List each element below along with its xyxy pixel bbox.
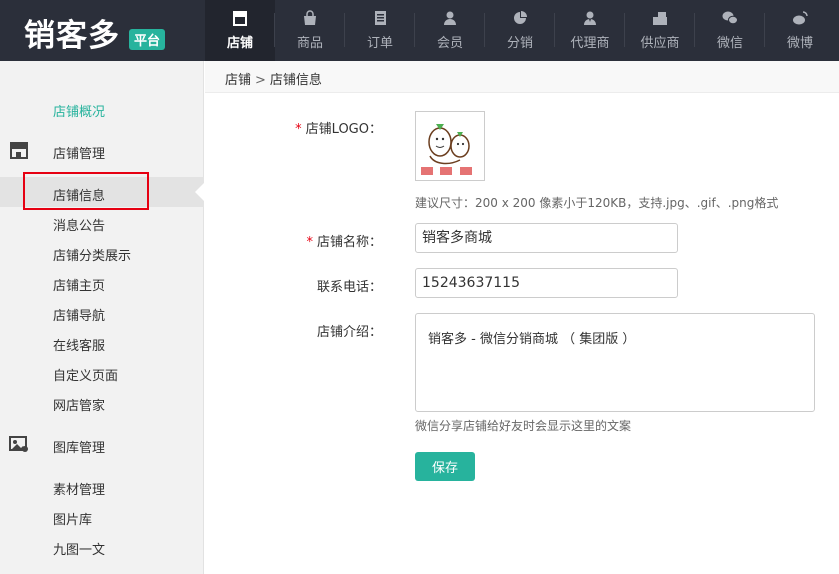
sidebar-group-store[interactable]: 店铺管理 [53,143,105,162]
nav-item-orders[interactable]: 订单 [345,0,415,61]
intro-label: 店铺介绍： [316,325,382,340]
pie-chart-icon [511,9,529,27]
wechat-icon [721,9,739,27]
highlight-box [23,172,149,210]
nav-item-wechat[interactable]: 微信 [695,0,765,61]
agent-icon [581,9,599,27]
sidebar-item-homepage[interactable]: 店铺主页 [53,275,105,294]
sidebar-item-materials[interactable]: 素材管理 [53,479,105,498]
sidebar-item-category-display[interactable]: 店铺分类展示 [53,245,131,264]
nav-item-agents[interactable]: 代理商 [555,0,625,61]
required-mark: * [295,122,302,137]
nav-label: 代理商 [570,36,610,51]
logo-label: * 店铺LOGO： [295,122,382,137]
store-manage-icon [9,141,29,159]
brand-logo[interactable]: 销客多 平台 [0,0,205,61]
nav-label: 供应商 [640,36,680,51]
sidebar-item-custom-page[interactable]: 自定义页面 [53,365,118,384]
supplier-icon [651,9,669,27]
sidebar-item-nine-grid[interactable]: 九图一文 [53,539,105,558]
sidebar-item-overview[interactable]: 店铺概况 [53,101,105,120]
nav-label: 订单 [366,36,393,51]
nav-label: 微信 [716,36,743,51]
nav-item-store[interactable]: 店铺 [205,0,275,61]
name-label: * 店铺名称： [306,235,382,250]
nav-label: 店铺 [226,36,253,51]
sidebar-item-shop-manager[interactable]: 网店管家 [53,395,105,414]
intro-hint: 微信分享店铺给好友时会显示这里的文案 [415,419,632,433]
store-intro-textarea[interactable]: 销客多 - 微信分销商城 （ 集团版 ） [415,313,815,412]
brand-badge: 平台 [129,29,166,50]
nav-item-weibo[interactable]: 微博 [765,0,835,61]
order-icon [371,9,389,27]
logo-upload[interactable] [415,111,485,181]
sidebar-item-announcements[interactable]: 消息公告 [53,215,105,234]
store-icon [231,9,249,27]
nav-label: 商品 [296,36,323,51]
nav-label: 分销 [506,36,533,51]
phone-label: 联系电话： [316,280,382,295]
store-name-input[interactable]: 销客多商城 [415,223,678,253]
sidebar-item-online-service[interactable]: 在线客服 [53,335,105,354]
sidebar-item-image-library[interactable]: 图片库 [53,509,92,528]
nav-item-goods[interactable]: 商品 [275,0,345,61]
breadcrumb: 店铺 > 店铺信息 [225,69,322,88]
logo-size-hint: 建议尺寸：200 x 200 像素小于120KB，支持.jpg、.gif、.pn… [415,196,779,210]
gallery-icon [9,435,29,453]
nav-label: 微博 [786,36,813,51]
phone-input[interactable]: 15243637115 [415,268,678,298]
logo-image [416,112,484,180]
required-mark: * [306,235,313,250]
nav-label: 会员 [436,36,463,51]
bag-icon [301,9,319,27]
brand-name: 销客多 [24,18,120,54]
breadcrumb-current: 店铺信息 [269,73,322,88]
breadcrumb-bar: 店铺 > 店铺信息 [205,61,839,93]
sidebar-item-navigation[interactable]: 店铺导航 [53,305,105,324]
breadcrumb-root[interactable]: 店铺 [225,73,251,88]
sidebar-active-arrow [195,183,204,201]
save-button[interactable]: 保存 [415,452,475,481]
member-icon [441,9,459,27]
nav-item-suppliers[interactable]: 供应商 [625,0,695,61]
nav-item-members[interactable]: 会员 [415,0,485,61]
main-nav: 店铺 商品 订单 会员 分销 代理商 供应商 微信 微博 [205,0,835,61]
chevron-right-icon: > [255,73,266,88]
nav-item-distribution[interactable]: 分销 [485,0,555,61]
sidebar-group-gallery[interactable]: 图库管理 [53,437,105,456]
top-bar: 销客多 平台 店铺 商品 订单 会员 分销 代理商 供应商 微信 微博 [0,0,839,61]
sidebar: 店铺概况 店铺管理 店铺信息 消息公告 店铺分类展示 店铺主页 店铺导航 在线客… [0,61,204,574]
weibo-icon [791,9,809,27]
